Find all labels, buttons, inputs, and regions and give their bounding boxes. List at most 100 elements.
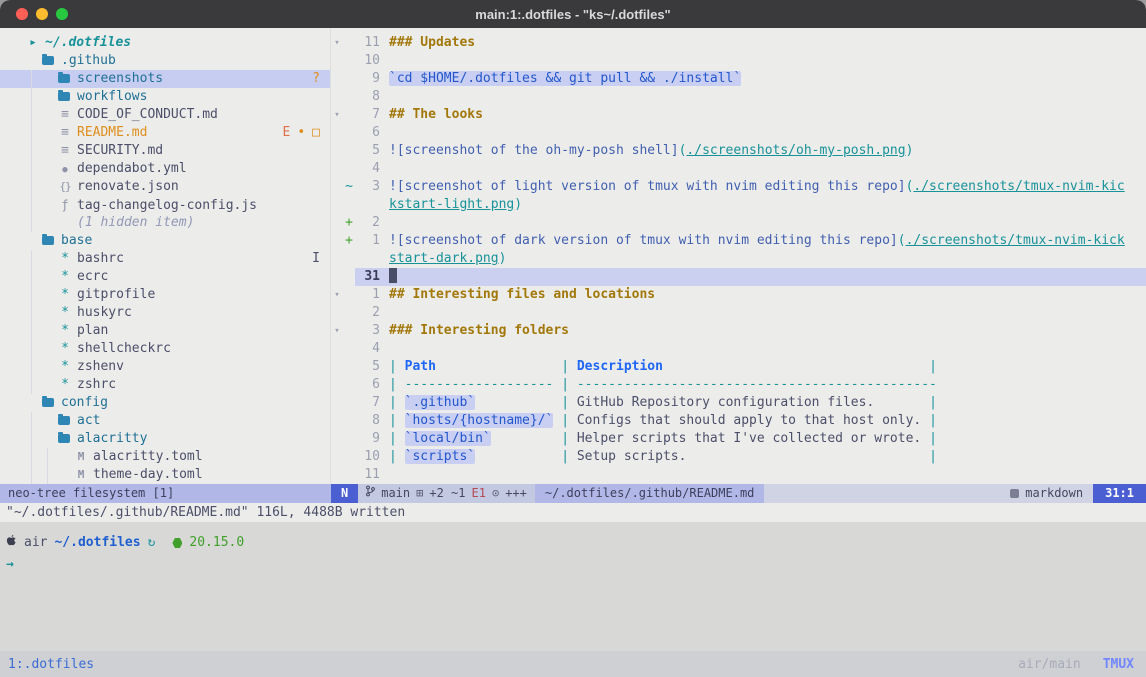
tree-item-shellcheckrc[interactable]: *shellcheckrc — [0, 340, 330, 358]
tree-item-dotfiles[interactable]: ▸~/.dotfiles — [0, 34, 330, 52]
tree-item-ecrc[interactable]: *ecrc — [0, 268, 330, 286]
tree-item-renovate-json[interactable]: {}renovate.json — [0, 178, 330, 196]
editor-line-text: | ------------------- | ----------------… — [389, 376, 1146, 394]
sign-column — [343, 52, 355, 70]
shell-pane[interactable]: air ~/.dotfiles ↻ 20.15.0 → — [0, 522, 1146, 651]
toml-icon: M — [74, 466, 88, 484]
cursor-position-indicator: 31:1 — [1093, 484, 1146, 503]
editor-line[interactable]: 2 — [331, 304, 1146, 322]
indent-guide — [31, 376, 32, 394]
editor-line[interactable]: 7| `.github` | GitHub Repository configu… — [331, 394, 1146, 412]
editor-line[interactable]: +2 — [331, 214, 1146, 232]
editor-line[interactable]: 9| `local/bin` | Helper scripts that I'v… — [331, 430, 1146, 448]
tree-item-base[interactable]: base — [0, 232, 330, 250]
editor-line[interactable]: 4 — [331, 340, 1146, 358]
tree-item-gitprofile[interactable]: *gitprofile — [0, 286, 330, 304]
zoom-button[interactable] — [56, 8, 68, 20]
tree-item-act[interactable]: act — [0, 412, 330, 430]
shell-input-line[interactable]: → — [6, 556, 1146, 574]
tree-item-label: ecrc — [77, 269, 108, 284]
editor-line[interactable]: +1![screenshot of dark version of tmux w… — [331, 232, 1146, 250]
readonly-icon: ⊙ — [492, 484, 499, 503]
fold-marker-icon[interactable]: ▾ — [331, 34, 343, 52]
editor-line[interactable]: 8 — [331, 88, 1146, 106]
syntax-span: Path — [405, 359, 436, 374]
editor-line-text — [389, 268, 1146, 286]
tree-item-label: alacritty — [77, 431, 147, 446]
editor-line-text: ![screenshot of light version of tmux wi… — [389, 178, 1146, 196]
tree-item-label: base — [61, 233, 92, 248]
document-icon: ≡ — [58, 106, 72, 124]
syntax-span: ![screenshot of light version of tmux wi… — [389, 179, 906, 194]
close-button[interactable] — [16, 8, 28, 20]
tree-item-label: CODE_OF_CONDUCT.md — [77, 107, 218, 122]
tree-item-zshenv[interactable]: *zshenv — [0, 358, 330, 376]
editor-line[interactable]: ~3![screenshot of light version of tmux … — [331, 178, 1146, 196]
tree-item-label: dependabot.yml — [77, 161, 187, 176]
sign-column — [343, 448, 355, 466]
editor-line[interactable]: 5![screenshot of the oh-my-posh shell](.… — [331, 142, 1146, 160]
tree-item-tag-changelog-config-js[interactable]: ƒ tag-changelog-config.js — [0, 196, 330, 214]
editor-line[interactable]: 10| `scripts` | Setup scripts. | — [331, 448, 1146, 466]
javascript-icon: ƒ — [58, 196, 72, 214]
tree-item-github[interactable]: .github — [0, 52, 330, 70]
tree-item-dependabot-yml[interactable]: ●dependabot.yml — [0, 160, 330, 178]
tree-item-huskyrc[interactable]: *huskyrc — [0, 304, 330, 322]
editor-line[interactable]: 31 — [331, 268, 1146, 286]
tree-item-security-md[interactable]: ≡SECURITY.md — [0, 142, 330, 160]
tree-item-bashrc[interactable]: *bashrcI — [0, 250, 330, 268]
editor-line[interactable]: 4 — [331, 160, 1146, 178]
fold-marker-icon[interactable]: ▾ — [331, 286, 343, 304]
tree-item-zshrc[interactable]: *zshrc — [0, 376, 330, 394]
fold-column — [331, 430, 343, 448]
syntax-span: | — [929, 431, 937, 446]
editor-line[interactable]: ▾1## Interesting files and locations — [331, 286, 1146, 304]
line-number: 11 — [355, 34, 389, 52]
tree-item-alacritty[interactable]: alacritty — [0, 430, 330, 448]
tree-item-label: tag-changelog-config.js — [77, 198, 257, 213]
fold-marker-icon[interactable]: ▾ — [331, 106, 343, 124]
indent-guide — [31, 250, 32, 268]
tree-item-screenshots[interactable]: screenshots? — [0, 70, 330, 88]
editor-line[interactable]: 8| `hosts/{hostname}/` | Configs that sh… — [331, 412, 1146, 430]
nvim-main-area: ▸~/.dotfiles.githubscreenshots?workflows… — [0, 28, 1146, 484]
tree-item-1-hidden-item[interactable]: (1 hidden item) — [0, 214, 330, 232]
line-number: 7 — [355, 106, 389, 124]
line-number: 10 — [355, 448, 389, 466]
editor-line[interactable]: ▾7## The looks — [331, 106, 1146, 124]
fold-marker-icon[interactable]: ▾ — [331, 322, 343, 340]
fold-column — [331, 160, 343, 178]
editor-line[interactable]: start-dark.png) — [331, 250, 1146, 268]
editor-line[interactable]: kstart-light.png) — [331, 196, 1146, 214]
statusline-git-segment: main ⊞ +2 ~1 E1 ⊙ +++ — [358, 484, 535, 503]
apple-icon — [6, 534, 17, 553]
vim-mode-indicator: N — [331, 484, 358, 503]
tmux-right-status: air/main TMUX — [1018, 657, 1134, 672]
editor-line[interactable]: 11 — [331, 466, 1146, 484]
tmux-window-name[interactable]: 1:.dotfiles — [8, 657, 94, 672]
git-sync-icon: ↻ — [148, 534, 156, 552]
minimize-button[interactable] — [36, 8, 48, 20]
fold-column — [331, 448, 343, 466]
tree-item-alacritty-toml[interactable]: Malacritty.toml — [0, 448, 330, 466]
indent-guide — [31, 466, 32, 484]
editor-line[interactable]: ▾11### Updates — [331, 34, 1146, 52]
editor-panel: ▾11### Updates109`cd $HOME/.dotfiles && … — [331, 28, 1146, 484]
fold-column — [331, 412, 343, 430]
syntax-span: | — [389, 377, 405, 392]
tree-item-config[interactable]: config — [0, 394, 330, 412]
editor-line[interactable]: 6 — [331, 124, 1146, 142]
editor-line[interactable]: 10 — [331, 52, 1146, 70]
tree-item-label: plan — [77, 323, 108, 338]
tree-item-workflows[interactable]: workflows — [0, 88, 330, 106]
terminal-window: main:1:.dotfiles - "ks~/.dotfiles" ▸~/.d… — [0, 0, 1146, 677]
editor-line[interactable]: 9`cd $HOME/.dotfiles && git pull && ./in… — [331, 70, 1146, 88]
editor-line[interactable]: 6| ------------------- | ---------------… — [331, 376, 1146, 394]
tree-item-readme-md[interactable]: ≡README.mdE•□ — [0, 124, 330, 142]
tree-item-label: shellcheckrc — [77, 341, 171, 356]
editor-line[interactable]: ▾3### Interesting folders — [331, 322, 1146, 340]
tree-item-code-of-conduct-md[interactable]: ≡ CODE_OF_CONDUCT.md — [0, 106, 330, 124]
tree-item-theme-day-toml[interactable]: Mtheme-day.toml — [0, 466, 330, 484]
tree-item-plan[interactable]: *plan — [0, 322, 330, 340]
editor-line[interactable]: 5| Path | Description | — [331, 358, 1146, 376]
